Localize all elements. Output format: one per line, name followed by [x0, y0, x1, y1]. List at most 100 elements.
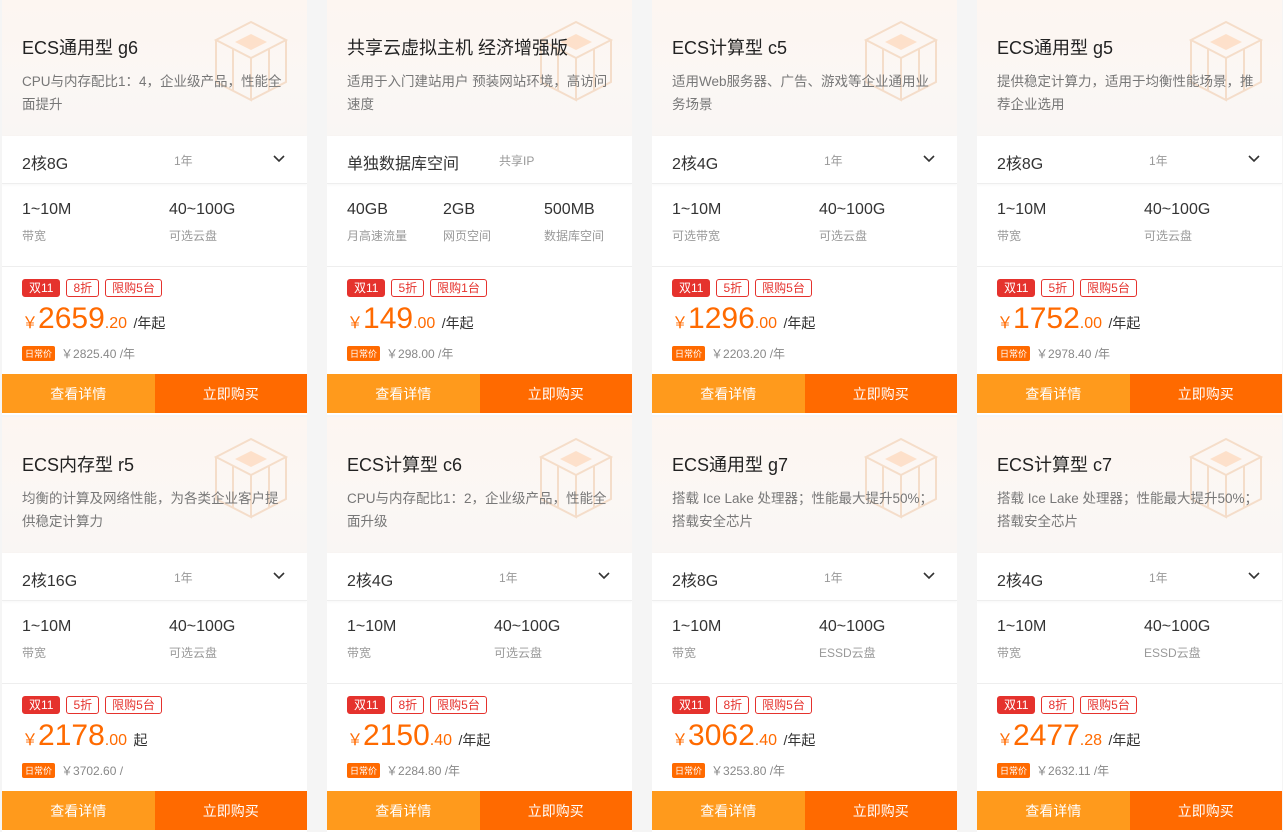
currency-symbol: ￥: [347, 315, 364, 332]
spec-selector[interactable]: 2核4G 1年: [977, 553, 1282, 601]
product-card-c7: ECS计算型 c7 搭载 Ice Lake 处理器；性能最大提升50%；搭载安全…: [977, 417, 1282, 832]
discount-tag: 5折: [66, 696, 100, 714]
spec-value: 2核8G: [997, 156, 1044, 173]
promo-tags: 双11 5折 限购5台: [22, 696, 162, 714]
promo-tags: 双11 5折 限购5台: [672, 279, 812, 297]
chevron-down-icon[interactable]: [596, 568, 612, 584]
buy-now-button[interactable]: 立即购买: [479, 791, 632, 830]
currency-symbol: ￥: [347, 732, 364, 749]
promo-tags: 双11 8折 限购5台: [347, 696, 487, 714]
stat-value: 1~10M: [22, 618, 72, 635]
spec-value: 2核4G: [347, 573, 394, 590]
buy-now-button[interactable]: 立即购买: [154, 791, 307, 830]
view-details-button[interactable]: 查看详情: [327, 791, 480, 830]
price-unit: 起: [133, 732, 148, 748]
card-actions: 查看详情 立即购买: [652, 791, 957, 830]
price-decimal: .00: [754, 315, 778, 332]
original-price-value: ￥2632.11 /年: [1036, 764, 1110, 778]
buy-now-button[interactable]: 立即购买: [154, 374, 307, 413]
product-description: 适用于入门建站用户 预装网站环境，高访问速度: [347, 74, 608, 112]
spec-selector[interactable]: 2核4G 1年: [652, 136, 957, 184]
original-price: 日常价 ￥2284.80 /年: [347, 762, 460, 779]
price-unit: /年起: [783, 315, 816, 331]
spec-stats: 1~10M 带宽 40~100G ESSD云盘: [977, 602, 1282, 684]
buy-now-button[interactable]: 立即购买: [1129, 791, 1282, 830]
stat-value: 1~10M: [672, 618, 722, 635]
stat-label: 带宽: [997, 229, 1022, 243]
spec-selector[interactable]: 2核16G 1年: [2, 553, 307, 601]
regular-price-badge: 日常价: [997, 763, 1031, 778]
view-details-button[interactable]: 查看详情: [2, 791, 155, 830]
original-price-value: ￥2825.40 /年: [61, 347, 136, 361]
double11-tag: 双11: [997, 279, 1036, 297]
view-details-button[interactable]: 查看详情: [652, 791, 805, 830]
buy-now-button[interactable]: 立即购买: [1129, 374, 1282, 413]
chevron-down-icon[interactable]: [921, 151, 937, 167]
original-price-value: ￥3253.80 /年: [711, 764, 786, 778]
spec-selector[interactable]: 2核8G 1年: [977, 136, 1282, 184]
spec-selector[interactable]: 2核8G 1年: [652, 553, 957, 601]
chevron-down-icon[interactable]: [1246, 151, 1262, 167]
discount-tag: 8折: [391, 696, 425, 714]
price-decimal: .28: [1079, 732, 1103, 749]
stat-label: 可选云盘: [819, 229, 868, 243]
promo-tags: 双11 8折 限购5台: [672, 696, 812, 714]
limit-tag: 限购5台: [755, 696, 812, 714]
view-details-button[interactable]: 查看详情: [652, 374, 805, 413]
price-decimal: .20: [104, 315, 128, 332]
discount-tag: 5折: [391, 279, 425, 297]
view-details-button[interactable]: 查看详情: [977, 791, 1130, 830]
stat-value: 40~100G: [494, 618, 561, 635]
product-card-g7: ECS通用型 g7 搭载 Ice Lake 处理器；性能最大提升50%；搭载安全…: [652, 417, 957, 832]
price: ￥2659.20 /年起: [22, 302, 165, 336]
double11-tag: 双11: [997, 696, 1036, 714]
product-card-r5: ECS内存型 r5 均衡的计算及网络性能，为各类企业客户提供稳定计算力 2核16…: [2, 417, 307, 832]
card-actions: 查看详情 立即购买: [327, 791, 632, 830]
buy-now-button[interactable]: 立即购买: [479, 374, 632, 413]
stat-label: 可选带宽: [672, 229, 721, 243]
spec-stats: 1~10M 可选带宽 40~100G 可选云盘: [652, 185, 957, 267]
price-unit: /年起: [441, 315, 474, 331]
original-price: 日常价 ￥2632.11 /年: [997, 762, 1109, 779]
spec-selector[interactable]: 2核8G 1年: [2, 136, 307, 184]
term-value: 1年: [824, 571, 843, 585]
chevron-down-icon[interactable]: [921, 568, 937, 584]
chevron-down-icon[interactable]: [271, 568, 287, 584]
buy-now-button[interactable]: 立即购买: [804, 791, 957, 830]
spec-selector[interactable]: 单独数据库空间 共享IP: [327, 136, 632, 184]
promo-tags: 双11 8折 限购5台: [997, 696, 1137, 714]
stat-label: 带宽: [672, 646, 697, 660]
stat-label: 带宽: [22, 646, 47, 660]
currency-symbol: ￥: [22, 732, 39, 749]
regular-price-badge: 日常价: [22, 763, 56, 778]
price-unit: /年起: [783, 732, 816, 748]
currency-symbol: ￥: [672, 732, 689, 749]
price: ￥3062.40 /年起: [672, 719, 815, 753]
product-card-c6: ECS计算型 c6 CPU与内存配比1：2，企业级产品，性能全面升级 2核4G …: [327, 417, 632, 832]
spec-stats: 1~10M 带宽 40~100G ESSD云盘: [652, 602, 957, 684]
limit-tag: 限购5台: [105, 696, 162, 714]
regular-price-badge: 日常价: [347, 346, 381, 361]
price-integer: 2477: [1013, 719, 1080, 752]
buy-now-button[interactable]: 立即购买: [804, 374, 957, 413]
view-details-button[interactable]: 查看详情: [977, 374, 1130, 413]
chevron-down-icon[interactable]: [1246, 568, 1262, 584]
stat-label: 带宽: [997, 646, 1022, 660]
price-integer: 2150: [363, 719, 430, 752]
promo-tags: 双11 5折 限购5台: [997, 279, 1137, 297]
price-unit: /年起: [458, 732, 491, 748]
term-value: 1年: [1149, 154, 1168, 168]
stat-label: 可选云盘: [1144, 229, 1193, 243]
chevron-down-icon[interactable]: [271, 151, 287, 167]
view-details-button[interactable]: 查看详情: [2, 374, 155, 413]
term-value: 1年: [174, 154, 193, 168]
price: ￥149.00 /年起: [347, 302, 474, 336]
view-details-button[interactable]: 查看详情: [327, 374, 480, 413]
stat-value: 2GB: [443, 201, 476, 218]
original-price: 日常价 ￥2203.20 /年: [672, 345, 785, 362]
stat-value: 40~100G: [169, 201, 236, 218]
double11-tag: 双11: [347, 696, 386, 714]
original-price-value: ￥2203.20 /年: [711, 347, 786, 361]
spec-selector[interactable]: 2核4G 1年: [327, 553, 632, 601]
stat-label: 网页空间: [443, 229, 492, 243]
